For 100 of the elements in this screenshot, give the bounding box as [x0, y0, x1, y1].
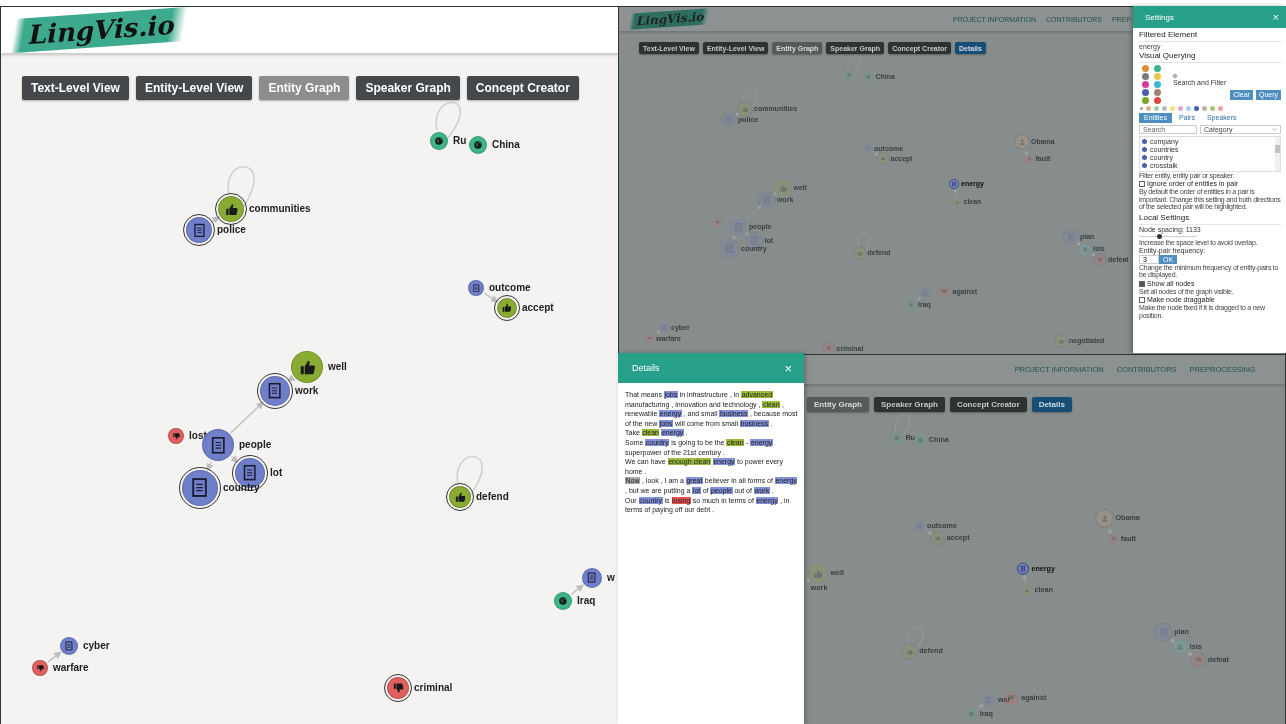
thumbs-up-icon — [954, 199, 960, 205]
category-dot[interactable] — [1210, 106, 1215, 111]
graph-edge — [570, 584, 584, 595]
person-icon — [1018, 138, 1026, 146]
graph-edge — [287, 374, 296, 382]
thumbs-up-icon — [741, 105, 749, 113]
category-dot[interactable] — [1202, 106, 1207, 111]
panel-title: Settings — [1145, 12, 1174, 22]
category-icon[interactable] — [1142, 97, 1149, 104]
graph-edge — [976, 704, 984, 711]
node-label: defend — [476, 490, 509, 503]
category-dot[interactable] — [1178, 106, 1183, 111]
graph-node[interactable] — [1017, 563, 1029, 575]
node-label: work — [295, 384, 319, 397]
globe-icon — [908, 302, 914, 308]
globe-icon — [558, 596, 568, 606]
node-label: accept — [522, 301, 554, 314]
graph-edge — [206, 460, 214, 472]
globe-icon — [894, 435, 900, 441]
graph-edge — [1186, 650, 1193, 656]
thumbs-down-icon — [1096, 256, 1104, 264]
globe-icon — [846, 72, 852, 78]
document-icon — [266, 382, 284, 400]
view-tab[interactable]: Text-Level View — [22, 76, 129, 100]
thumbs-up-icon — [1057, 337, 1065, 345]
graph-edge — [1089, 252, 1096, 257]
document-icon — [241, 464, 259, 482]
category-icon[interactable] — [1154, 89, 1161, 96]
view-tab[interactable]: Speaker Graph — [874, 397, 945, 412]
document-icon — [64, 641, 74, 651]
category-dot[interactable] — [1170, 106, 1175, 111]
category-icon[interactable] — [1154, 65, 1161, 72]
node-label: China — [492, 138, 520, 151]
graph-node[interactable] — [497, 298, 517, 318]
view-tab[interactable]: Details — [1031, 397, 1072, 412]
node-label: outcome — [489, 281, 531, 294]
category-icon[interactable] — [1142, 89, 1149, 96]
thumbs-down-icon — [171, 431, 181, 441]
thumbs-down-icon — [1194, 656, 1202, 664]
scrollbar[interactable] — [1275, 137, 1280, 171]
group-icon — [1081, 245, 1089, 253]
node-label: w — [607, 571, 615, 584]
section-title: Filtered Element — [1139, 30, 1281, 42]
globe-icon — [917, 437, 924, 444]
thumbs-up-icon — [453, 490, 467, 504]
graph-edge — [734, 112, 740, 117]
settings-icon[interactable] — [1172, 73, 1178, 79]
category-dot[interactable] — [1154, 106, 1159, 111]
lingvis-logo[interactable]: LingVis.io — [11, 7, 189, 54]
document-icon — [471, 283, 481, 293]
thumbs-down-icon — [1110, 536, 1116, 542]
node-label: lot — [270, 466, 283, 479]
node-label: well — [328, 360, 347, 373]
panel-title: Details — [632, 363, 660, 373]
node-label: cyber — [83, 639, 110, 652]
person-icon — [1100, 513, 1110, 523]
graph-edge — [210, 216, 220, 224]
category-icon[interactable] — [1142, 81, 1149, 88]
globe-icon — [866, 74, 871, 80]
category-icon[interactable] — [1154, 97, 1161, 104]
group-icon — [1176, 643, 1184, 651]
chevron-icon — [1272, 128, 1277, 131]
view-tab[interactable]: Entity-Level View — [135, 76, 253, 100]
thumbs-up-icon — [856, 249, 863, 257]
section-title: Local Settings — [1139, 212, 1281, 225]
category-dot[interactable] — [1194, 106, 1199, 111]
view-tab[interactable]: Concept Creator — [466, 76, 579, 100]
category-dot[interactable] — [1140, 107, 1143, 110]
globe-icon — [473, 140, 483, 150]
graph-edge — [230, 455, 239, 463]
graph-node[interactable] — [449, 486, 471, 508]
graph-edge — [1169, 637, 1176, 643]
thumbs-up-icon — [905, 647, 914, 656]
thumbs-down-icon — [647, 336, 652, 341]
category-dot[interactable] — [1218, 106, 1223, 111]
category-icon[interactable] — [1142, 73, 1149, 80]
graph-edge — [805, 578, 811, 583]
thumbs-down-icon — [391, 681, 405, 695]
node-label: communities — [249, 202, 311, 215]
thumbs-up-icon — [223, 201, 239, 217]
thumbs-down-icon — [940, 288, 948, 296]
graph-node[interactable] — [387, 677, 409, 699]
thumbs-down-icon — [1026, 156, 1032, 162]
graph-node[interactable] — [949, 179, 959, 189]
view-tab[interactable]: Speaker Graph — [356, 76, 460, 100]
node-label: Iraq — [577, 594, 596, 607]
thumbs-up-icon — [812, 568, 824, 580]
graph-edge — [47, 651, 62, 663]
category-icon[interactable] — [1142, 65, 1149, 72]
category-dot[interactable] — [1162, 106, 1167, 111]
thumbs-up-icon — [778, 183, 788, 193]
node-label: people — [239, 438, 272, 451]
globe-icon — [434, 136, 444, 146]
category-dot[interactable] — [1186, 106, 1191, 111]
view-tab[interactable]: Concept Creator — [949, 397, 1027, 412]
thumbs-down-icon — [35, 663, 45, 673]
view-tab[interactable]: Entity Graph — [807, 397, 869, 412]
graph-edge — [1076, 241, 1081, 246]
document-icon — [191, 222, 207, 238]
category-dot[interactable] — [1146, 106, 1151, 111]
